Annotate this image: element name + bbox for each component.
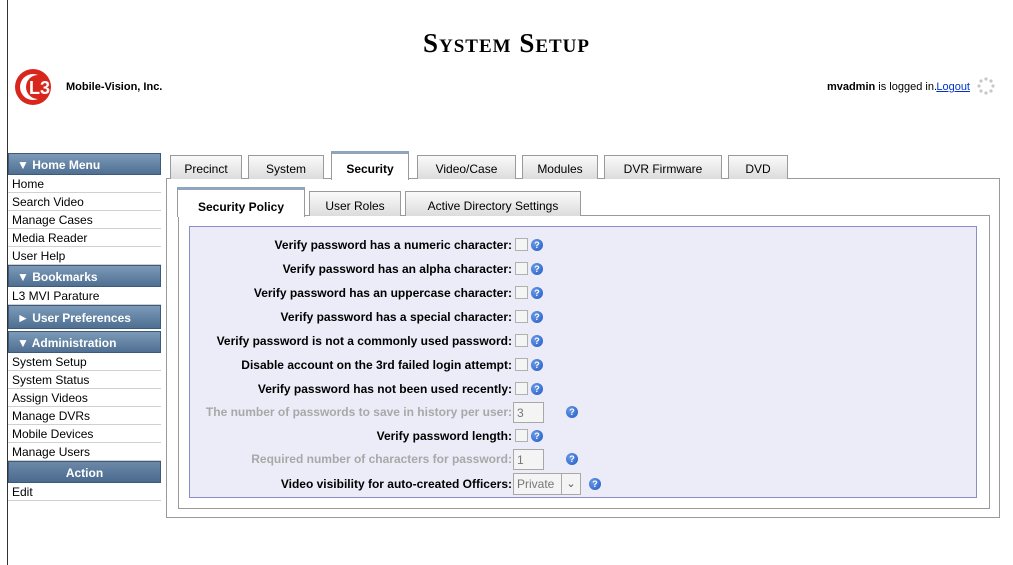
row-recent: Verify password has not been used recent… xyxy=(190,379,978,399)
row-length: Verify password length: ? xyxy=(190,426,978,446)
visibility-select[interactable]: Private ⌄ xyxy=(513,473,581,495)
checkbox-lockout[interactable] xyxy=(515,358,528,371)
chevron-down-icon: ⌄ xyxy=(561,474,580,494)
row-visibility: Video visibility for auto-created Office… xyxy=(190,473,978,495)
label-min-chars: Required number of characters for passwo… xyxy=(251,452,512,466)
subtab-security-policy[interactable]: Security Policy xyxy=(177,187,305,217)
sidebar-item-system-status[interactable]: System Status xyxy=(8,371,161,389)
login-status: mvadmin is logged in. xyxy=(827,81,937,93)
sidebar-item-mobile-devices[interactable]: Mobile Devices xyxy=(8,425,161,443)
sidebar-item-edit[interactable]: Edit xyxy=(8,483,161,501)
row-min-chars: Required number of characters for passwo… xyxy=(190,449,978,470)
logout-link[interactable]: Logout xyxy=(936,81,970,93)
label-length: Verify password length: xyxy=(376,429,512,443)
history-count-input[interactable]: 3 xyxy=(513,402,544,423)
sidebar-item-home[interactable]: Home xyxy=(8,175,161,193)
row-numeric: Verify password has a numeric character:… xyxy=(190,235,978,255)
label-history-count: The number of passwords to save in histo… xyxy=(205,405,512,419)
row-alpha: Verify password has an alpha character: … xyxy=(190,259,978,279)
tab-precinct[interactable]: Precinct xyxy=(170,155,242,179)
sidebar-section-administration[interactable]: ▼ Administration xyxy=(8,331,161,353)
sidebar-item-assign-videos[interactable]: Assign Videos xyxy=(8,389,161,407)
help-icon[interactable]: ? xyxy=(531,263,543,275)
label-visibility: Video visibility for auto-created Office… xyxy=(280,477,512,491)
sidebar-item-user-help[interactable]: User Help xyxy=(8,247,161,265)
svg-text:L3: L3 xyxy=(29,78,50,98)
sidebar: ▼ Home Menu Home Search Video Manage Cas… xyxy=(8,153,161,501)
sidebar-item-system-setup[interactable]: System Setup xyxy=(8,353,161,371)
tab-dvd[interactable]: DVD xyxy=(728,155,788,179)
sidebar-section-bookmarks[interactable]: ▼ Bookmarks xyxy=(8,265,161,287)
checkbox-numeric[interactable] xyxy=(515,238,528,251)
help-icon[interactable]: ? xyxy=(531,383,543,395)
l3-logo: L3 xyxy=(15,69,51,105)
sidebar-item-media-reader[interactable]: Media Reader xyxy=(8,229,161,247)
min-chars-input[interactable]: 1 xyxy=(513,449,544,470)
label-uppercase: Verify password has an uppercase charact… xyxy=(253,286,512,300)
sidebar-section-user-preferences[interactable]: ► User Preferences xyxy=(8,305,161,329)
help-icon[interactable]: ? xyxy=(566,406,578,418)
tab-system[interactable]: System xyxy=(248,155,324,179)
label-recent: Verify password has not been used recent… xyxy=(257,382,512,396)
row-lockout: Disable account on the 3rd failed login … xyxy=(190,355,978,375)
checkbox-length[interactable] xyxy=(515,429,528,442)
label-common: Verify password is not a commonly used p… xyxy=(216,334,512,348)
company-name: Mobile-Vision, Inc. xyxy=(66,81,163,93)
row-history-count: The number of passwords to save in histo… xyxy=(190,402,978,423)
checkbox-common[interactable] xyxy=(515,334,528,347)
checkbox-uppercase[interactable] xyxy=(515,286,528,299)
logged-in-text: is logged in. xyxy=(875,81,937,93)
page-title: System Setup xyxy=(422,28,591,58)
sidebar-section-home-menu[interactable]: ▼ Home Menu xyxy=(8,153,161,175)
security-policy-form: Verify password has a numeric character:… xyxy=(189,226,977,498)
tab-dvr-firmware[interactable]: DVR Firmware xyxy=(604,155,722,179)
help-icon[interactable]: ? xyxy=(566,453,578,465)
sidebar-section-action: Action xyxy=(8,461,161,483)
help-icon[interactable]: ? xyxy=(531,335,543,347)
sidebar-item-manage-users[interactable]: Manage Users xyxy=(8,443,161,461)
row-uppercase: Verify password has an uppercase charact… xyxy=(190,283,978,303)
tab-video-case[interactable]: Video/Case xyxy=(417,155,516,179)
username: mvadmin xyxy=(826,81,876,93)
label-numeric: Verify password has a numeric character: xyxy=(274,238,512,252)
label-lockout: Disable account on the 3rd failed login … xyxy=(241,358,512,372)
loading-spinner-icon xyxy=(977,77,995,95)
visibility-select-value: Private xyxy=(517,477,555,491)
checkbox-alpha[interactable] xyxy=(515,262,528,275)
tab-security[interactable]: Security xyxy=(331,151,409,180)
help-icon[interactable]: ? xyxy=(531,430,543,442)
help-icon[interactable]: ? xyxy=(589,478,601,490)
sidebar-item-search-video[interactable]: Search Video xyxy=(8,193,161,211)
sidebar-item-manage-cases[interactable]: Manage Cases xyxy=(8,211,161,229)
help-icon[interactable]: ? xyxy=(531,311,543,323)
tab-modules[interactable]: Modules xyxy=(522,155,598,179)
row-special: Verify password has a special character:… xyxy=(190,307,978,327)
help-icon[interactable]: ? xyxy=(531,287,543,299)
checkbox-special[interactable] xyxy=(515,310,528,323)
row-common: Verify password is not a commonly used p… xyxy=(190,331,978,351)
sidebar-item-manage-dvrs[interactable]: Manage DVRs xyxy=(8,407,161,425)
label-special: Verify password has a special character: xyxy=(280,310,512,324)
sidebar-item-l3-mvi-parature[interactable]: L3 MVI Parature xyxy=(8,287,161,305)
help-icon[interactable]: ? xyxy=(531,359,543,371)
checkbox-recent[interactable] xyxy=(515,382,528,395)
help-icon[interactable]: ? xyxy=(531,239,543,251)
subtab-active-directory-settings[interactable]: Active Directory Settings xyxy=(405,191,581,216)
label-alpha: Verify password has an alpha character: xyxy=(282,262,512,276)
subtab-user-roles[interactable]: User Roles xyxy=(309,191,401,216)
